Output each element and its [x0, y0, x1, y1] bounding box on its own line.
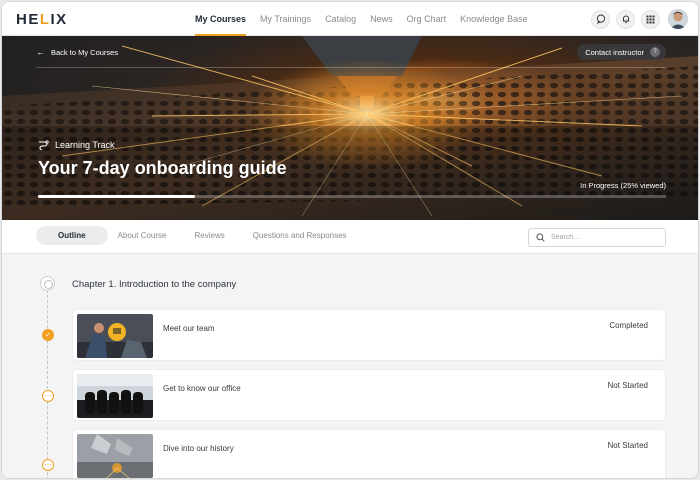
- learning-track-label: Learning Track: [38, 140, 115, 150]
- chat-icon: [596, 14, 605, 24]
- check-icon: ✓: [45, 332, 51, 339]
- avatar-image: [668, 9, 688, 29]
- hero-background-image: [2, 36, 698, 220]
- logo-accent: L: [39, 11, 51, 28]
- tab-outline[interactable]: Outline: [36, 226, 108, 245]
- back-link-label: Back to My Courses: [51, 47, 119, 57]
- lesson-3-status-node: ⋯: [42, 459, 54, 471]
- tab-questions-and-responses[interactable]: Questions and Responses: [253, 226, 347, 245]
- search-box[interactable]: [528, 228, 666, 247]
- back-to-courses-link[interactable]: ← Back to My Courses: [36, 47, 118, 57]
- app-window: HELIX My Courses My Trainings Catalog Ne…: [1, 1, 699, 479]
- more-icon: ⋯: [44, 462, 52, 469]
- contact-instructor-label: Contact instructor: [585, 47, 644, 57]
- lesson-status: Not Started: [607, 441, 648, 450]
- lesson-card-meet-our-team[interactable]: Meet our team Completed: [72, 309, 666, 361]
- lesson-2-status-node: ⋯: [42, 390, 54, 402]
- arrow-left-icon: ←: [36, 47, 45, 57]
- learning-track-icon: [39, 140, 49, 150]
- nav-link-knowledge-base[interactable]: Knowledge Base: [460, 2, 528, 36]
- course-hero-banner: ← Back to My Courses Contact instructor …: [2, 36, 698, 220]
- logo-text-end: IX: [50, 11, 68, 28]
- nav-link-news[interactable]: News: [370, 2, 393, 36]
- contact-instructor-button[interactable]: Contact instructor ?: [577, 44, 666, 60]
- chapter-node: [40, 276, 55, 291]
- apps-button[interactable]: [641, 9, 660, 29]
- logo-text: HE: [16, 11, 40, 28]
- help-icon: ?: [650, 47, 660, 57]
- course-tabbar: Outline About Course Reviews Questions a…: [2, 220, 698, 254]
- search-icon: [536, 233, 545, 242]
- bell-icon: [622, 15, 629, 24]
- nav-icons: [585, 9, 688, 29]
- lesson-thumbnail: [77, 314, 153, 358]
- lesson-1-status-node: ✓: [42, 329, 54, 341]
- nav-link-my-trainings[interactable]: My Trainings: [260, 2, 311, 36]
- timeline-line: [47, 290, 48, 478]
- lesson-card-dive-into-our-history[interactable]: Dive into our history Not Started: [72, 429, 666, 478]
- learning-track-text: Learning Track: [55, 140, 115, 150]
- search-input[interactable]: [551, 234, 651, 241]
- top-nav: HELIX My Courses My Trainings Catalog Ne…: [2, 2, 698, 36]
- user-avatar[interactable]: [668, 9, 688, 29]
- tab-about-course[interactable]: About Course: [118, 226, 167, 245]
- lesson-thumbnail: [77, 434, 153, 478]
- nav-link-org-chart[interactable]: Org Chart: [407, 2, 447, 36]
- progress-bar: [38, 195, 666, 198]
- hero-divider: [36, 67, 666, 68]
- lesson-thumbnail: [77, 374, 153, 418]
- chapter-title: Chapter 1. Introduction to the company: [72, 279, 237, 290]
- tab-reviews[interactable]: Reviews: [194, 226, 224, 245]
- progress-bar-fill: [38, 195, 195, 198]
- notifications-button[interactable]: [616, 9, 635, 29]
- brand-logo[interactable]: HELIX: [16, 11, 68, 28]
- lesson-name: Meet our team: [163, 324, 215, 333]
- lesson-status: Completed: [609, 321, 648, 330]
- nav-link-catalog[interactable]: Catalog: [325, 2, 356, 36]
- lesson-status: Not Started: [607, 381, 648, 390]
- more-icon: ⋯: [44, 393, 52, 400]
- nav-links: My Courses My Trainings Catalog News Org…: [195, 2, 542, 36]
- course-tabs: Outline About Course Reviews Questions a…: [36, 226, 375, 245]
- lesson-name: Get to know our office: [163, 384, 241, 393]
- lesson-name: Dive into our history: [163, 444, 234, 453]
- progress-label: In Progress (25% viewed): [580, 181, 666, 190]
- lesson-card-get-to-know-our-office[interactable]: Get to know our office Not Started: [72, 369, 666, 421]
- nav-link-my-courses[interactable]: My Courses: [195, 2, 247, 36]
- apps-grid-icon: [646, 15, 655, 23]
- course-title: Your 7-day onboarding guide: [38, 158, 287, 178]
- chat-button[interactable]: [591, 9, 610, 29]
